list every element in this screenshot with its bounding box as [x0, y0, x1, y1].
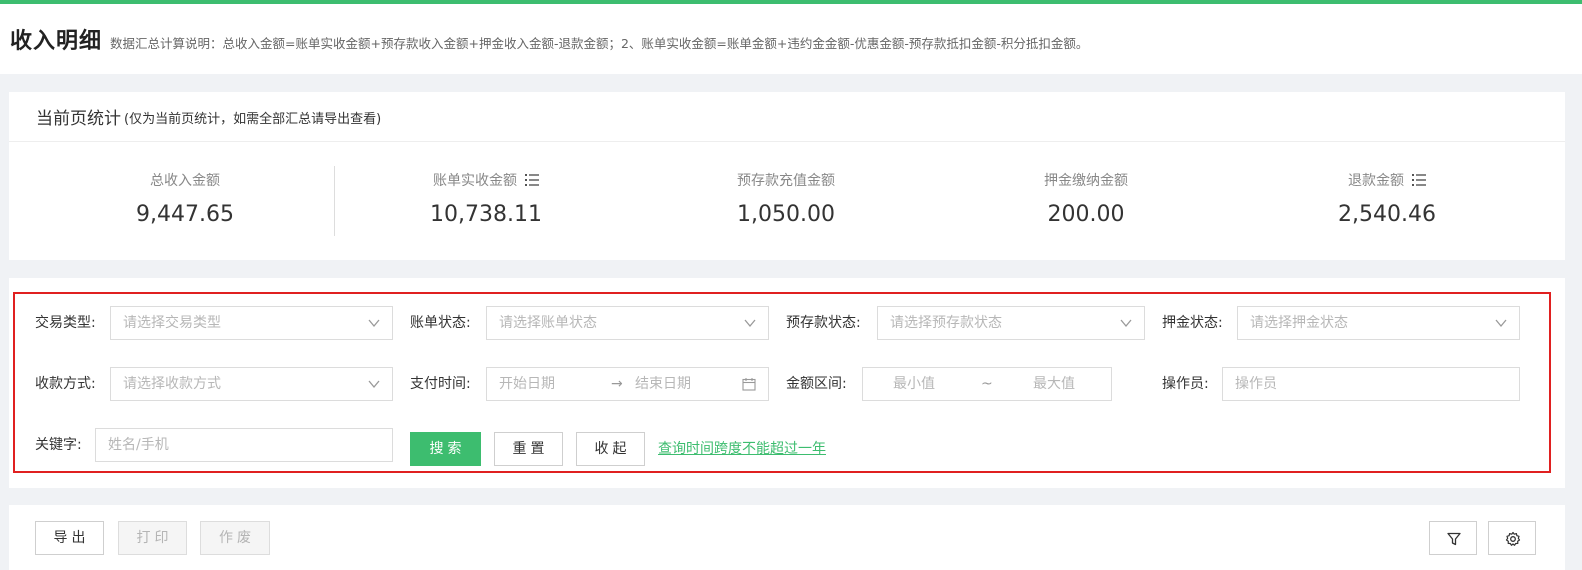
stat-bill-received: 账单实收金额 10,738.11 — [336, 170, 636, 227]
stat-label: 总收入金额 — [150, 173, 220, 189]
stat-deposit-paid: 押金缴纳金额 200.00 — [936, 170, 1236, 227]
list-icon[interactable] — [525, 173, 539, 187]
end-date-input[interactable]: 结束日期 — [635, 368, 691, 400]
stats-row: 总收入金额 9,447.65 账单实收金额 10,738.11 预存款充值金额 … — [9, 142, 1565, 260]
stat-label: 预存款充值金额 — [737, 173, 835, 189]
settings-button[interactable] — [1488, 521, 1536, 555]
arrow-right-icon: → — [611, 376, 623, 392]
reset-button[interactable]: 重置 — [494, 432, 563, 466]
deposit-status-label: 押金状态: — [1162, 315, 1223, 331]
payment-method-select[interactable]: 请选择收款方式 — [110, 367, 393, 401]
stats-header: 当前页统计 (仅为当前页统计，如需全部汇总请导出查看) — [9, 92, 1565, 142]
stat-total-income: 总收入金额 9,447.65 — [35, 170, 335, 227]
amount-range-input[interactable]: 最小值 ~ 最大值 — [862, 367, 1112, 401]
stat-value: 1,050.00 — [737, 202, 835, 227]
pay-time-range-picker[interactable]: 开始日期 → 结束日期 — [486, 367, 769, 401]
start-date-input[interactable]: 开始日期 — [499, 376, 555, 392]
max-amount-input[interactable]: 最大值 — [1033, 368, 1075, 400]
collapse-button[interactable]: 收起 — [576, 432, 645, 466]
stat-value: 10,738.11 — [430, 202, 542, 227]
prepay-status-label: 预存款状态: — [786, 315, 861, 331]
chevron-down-icon — [1495, 319, 1507, 328]
stat-label: 账单实收金额 — [433, 173, 517, 189]
operator-label: 操作员: — [1162, 376, 1209, 392]
pay-time-label: 支付时间: — [410, 376, 471, 392]
amount-range-label: 金额区间: — [786, 376, 847, 392]
stats-card: 当前页统计 (仅为当前页统计，如需全部汇总请导出查看) 总收入金额 9,447.… — [9, 92, 1565, 260]
chevron-down-icon — [368, 319, 380, 328]
prepay-status-select[interactable]: 请选择预存款状态 — [877, 306, 1145, 340]
payment-method-placeholder: 请选择收款方式 — [123, 376, 221, 392]
stats-title: 当前页统计 — [36, 109, 121, 129]
operator-input[interactable]: 操作员 — [1222, 367, 1520, 401]
search-button[interactable]: 搜索 — [410, 432, 481, 466]
stat-prepay-recharge: 预存款充值金额 1,050.00 — [636, 170, 936, 227]
stat-value: 200.00 — [1047, 202, 1125, 227]
list-icon[interactable] — [1412, 173, 1426, 187]
chevron-down-icon — [368, 380, 380, 389]
stat-value: 9,447.65 — [136, 202, 234, 227]
bill-status-select[interactable]: 请选择账单状态 — [486, 306, 769, 340]
stats-note: (仅为当前页统计，如需全部汇总请导出查看) — [124, 112, 382, 127]
payment-method-label: 收款方式: — [35, 376, 96, 392]
transaction-type-select[interactable]: 请选择交易类型 — [110, 306, 393, 340]
chevron-down-icon — [1120, 319, 1132, 328]
gear-icon — [1505, 531, 1521, 546]
stat-value: 2,540.46 — [1338, 202, 1436, 227]
keyword-input[interactable]: 姓名/手机 — [95, 428, 393, 462]
transaction-type-label: 交易类型: — [35, 315, 96, 331]
bill-status-placeholder: 请选择账单状态 — [499, 315, 597, 331]
keyword-placeholder: 姓名/手机 — [108, 437, 169, 453]
calendar-icon — [742, 378, 756, 391]
chevron-down-icon — [744, 319, 756, 328]
stat-refund: 退款金额 2,540.46 — [1237, 170, 1537, 227]
stat-label: 退款金额 — [1348, 173, 1404, 189]
export-button[interactable]: 导出 — [35, 521, 104, 555]
page-header: 收入明细 数据汇总计算说明：总收入金额=账单实收金额+预存款收入金额+押金收入金… — [0, 4, 1582, 74]
filter-icon — [1447, 532, 1461, 546]
stat-label: 押金缴纳金额 — [1044, 173, 1128, 189]
min-amount-input[interactable]: 最小值 — [893, 368, 935, 400]
transaction-type-placeholder: 请选择交易类型 — [123, 315, 221, 331]
time-span-hint-link[interactable]: 查询时间跨度不能超过一年 — [658, 432, 826, 466]
operator-placeholder: 操作员 — [1235, 376, 1277, 392]
print-button[interactable]: 打印 — [118, 521, 187, 555]
page-description: 数据汇总计算说明：总收入金额=账单实收金额+预存款收入金额+押金收入金额-退款金… — [110, 35, 1089, 51]
range-separator: ~ — [981, 376, 993, 392]
stat-divider — [334, 166, 335, 236]
filter-button[interactable] — [1429, 521, 1477, 555]
deposit-status-select[interactable]: 请选择押金状态 — [1237, 306, 1520, 340]
prepay-status-placeholder: 请选择预存款状态 — [890, 315, 1002, 331]
page-title: 收入明细 — [10, 29, 103, 54]
bill-status-label: 账单状态: — [410, 315, 471, 331]
void-button[interactable]: 作废 — [200, 521, 270, 555]
deposit-status-placeholder: 请选择押金状态 — [1250, 315, 1348, 331]
keyword-label: 关键字: — [35, 437, 82, 453]
